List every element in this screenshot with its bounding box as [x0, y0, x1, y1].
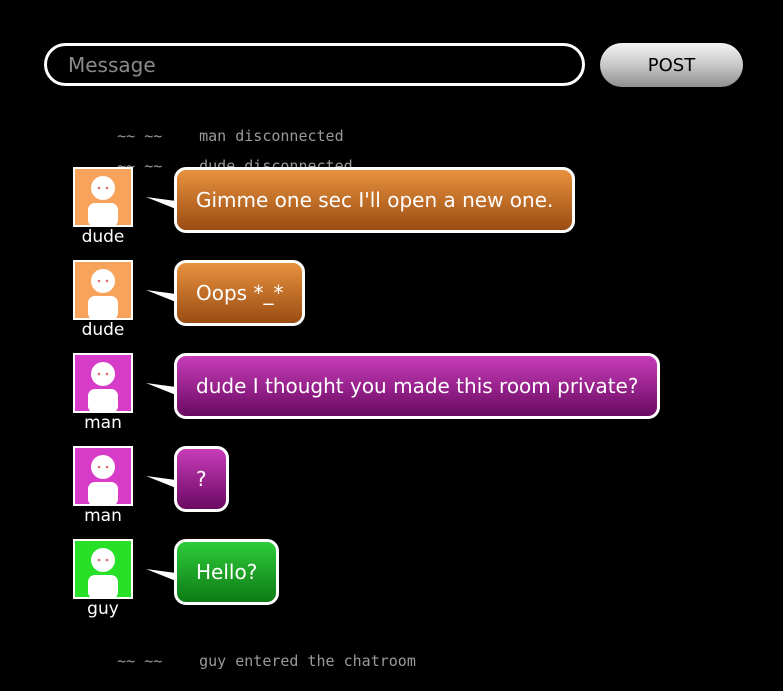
bubble-tail — [146, 569, 176, 581]
bubble-tail — [146, 290, 176, 302]
person-icon — [88, 455, 118, 504]
person-icon — [88, 362, 118, 411]
user-avatar[interactable] — [73, 167, 133, 227]
username: dude — [81, 320, 125, 340]
person-icon — [88, 176, 118, 225]
message-bubble: dude I thought you made this room privat… — [174, 353, 661, 419]
bubble-tail — [146, 383, 176, 395]
user-avatar[interactable] — [73, 353, 133, 413]
system-message: ~~ ~~ man disconnected — [81, 106, 344, 145]
chat-message: man ? — [73, 446, 713, 526]
system-prefix: ~~ ~~ — [117, 652, 163, 670]
username: man — [84, 506, 122, 526]
message-bubble: Hello? — [174, 539, 280, 605]
chat-message: man dude I thought you made this room pr… — [73, 353, 713, 433]
chat-message: dude Gimme one sec I'll open a new one. — [73, 167, 713, 247]
person-icon — [88, 548, 118, 597]
username: man — [84, 413, 122, 433]
message-bubble: Gimme one sec I'll open a new one. — [174, 167, 576, 233]
user-avatar[interactable] — [73, 539, 133, 599]
person-icon — [88, 269, 118, 318]
system-message: ~~ ~~ guy entered the chatroom — [81, 631, 416, 670]
bubble-tail — [146, 476, 176, 488]
message-bubble: Oops *_* — [174, 260, 306, 326]
chat-feed[interactable]: ~~ ~~ man disconnected ~~ ~~ dude disconne… — [0, 0, 783, 675]
message-bubble: ? — [174, 446, 229, 512]
username: dude — [81, 227, 125, 247]
system-text: guy entered the chatroom — [199, 652, 416, 670]
chat-message: dude Oops *_* — [73, 260, 713, 340]
user-avatar[interactable] — [73, 260, 133, 320]
chat-message: guy Hello? — [73, 539, 713, 619]
user-avatar[interactable] — [73, 446, 133, 506]
bubble-tail — [146, 197, 176, 209]
username: guy — [87, 599, 119, 619]
system-message: ~~ ~~ dude disconnected — [81, 136, 353, 175]
